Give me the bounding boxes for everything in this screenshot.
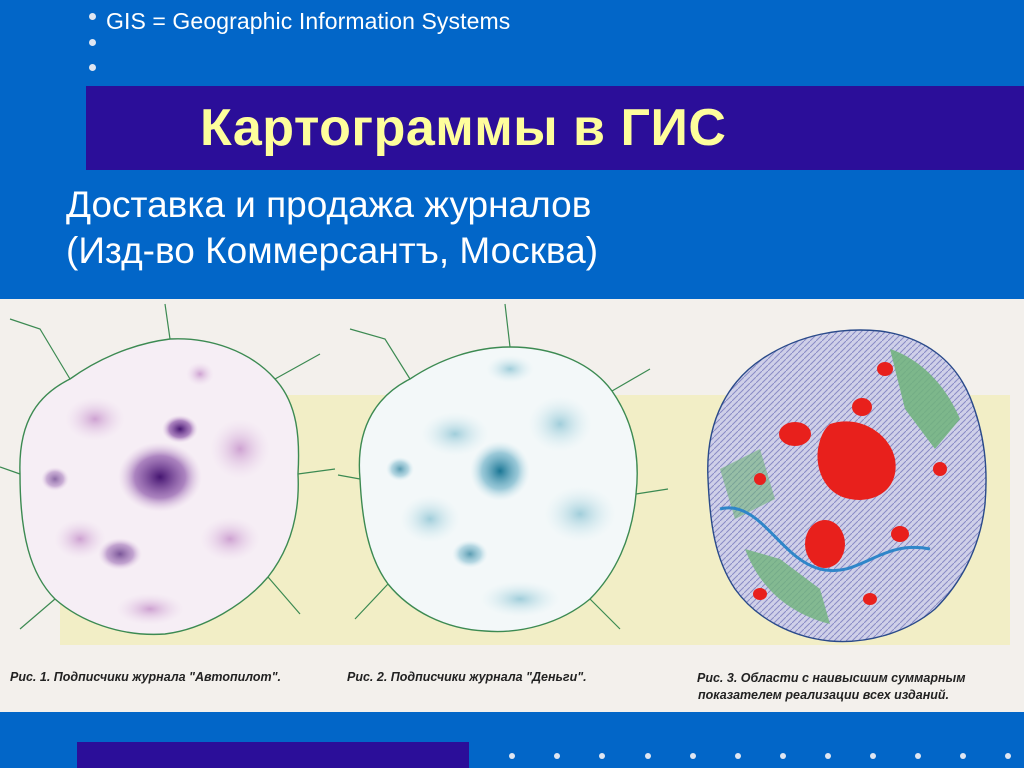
slide-title: Картограммы в ГИС: [200, 99, 727, 157]
bottom-band: [77, 742, 469, 768]
figure-2-caption-line-1: Рис. 2. Подписчики журнала "Деньги".: [347, 670, 587, 684]
bullet-dot-icon: [825, 753, 831, 759]
bullet-dot-icon: [915, 753, 921, 759]
figure-1-caption-line-1: Рис. 1. Подписчики журнала "Автопилот".: [10, 670, 281, 684]
figure-3-caption-line-1: Рис. 3. Области с наивысшим суммарным: [697, 671, 966, 685]
figure-1-caption: Рис. 1. Подписчики журнала "Автопилот".: [10, 670, 281, 684]
bullet-dot-icon: [89, 64, 96, 71]
figure-2-caption: Рис. 2. Подписчики журнала "Деньги".: [347, 670, 587, 684]
bullet-dot-icon: [645, 753, 651, 759]
bullet-dot-icon: [960, 753, 966, 759]
bullet-dot-icon: [780, 753, 786, 759]
bullet-dot-icon: [89, 39, 96, 46]
moscow-maps-illustration: [0, 303, 1010, 645]
figure-3-caption-line-2: показателем реализации всех изданий.: [698, 688, 950, 702]
bullet-dot-icon: [599, 753, 605, 759]
bullet-dot-icon: [554, 753, 560, 759]
map-3-hotspots: [707, 329, 987, 643]
bullet-dot-icon: [735, 753, 741, 759]
map-image-panel: Рис. 1. Подписчики журнала "Автопилот". …: [0, 299, 1024, 712]
header-text: GIS = Geographic Information Systems: [106, 8, 511, 34]
bullet-dot-icon: [870, 753, 876, 759]
subtitle-line-1: Доставка и продажа журналов: [66, 184, 592, 225]
bullet-dot-icon: [89, 13, 96, 20]
bullet-dot-icon: [690, 753, 696, 759]
bullet-dot-icon: [1005, 753, 1011, 759]
figure-3-caption: Рис. 3. Области с наивысшим суммарным по…: [697, 670, 965, 704]
subtitle-line-2: (Изд-во Коммерсантъ, Москва): [66, 230, 599, 271]
bullet-dot-icon: [509, 753, 515, 759]
